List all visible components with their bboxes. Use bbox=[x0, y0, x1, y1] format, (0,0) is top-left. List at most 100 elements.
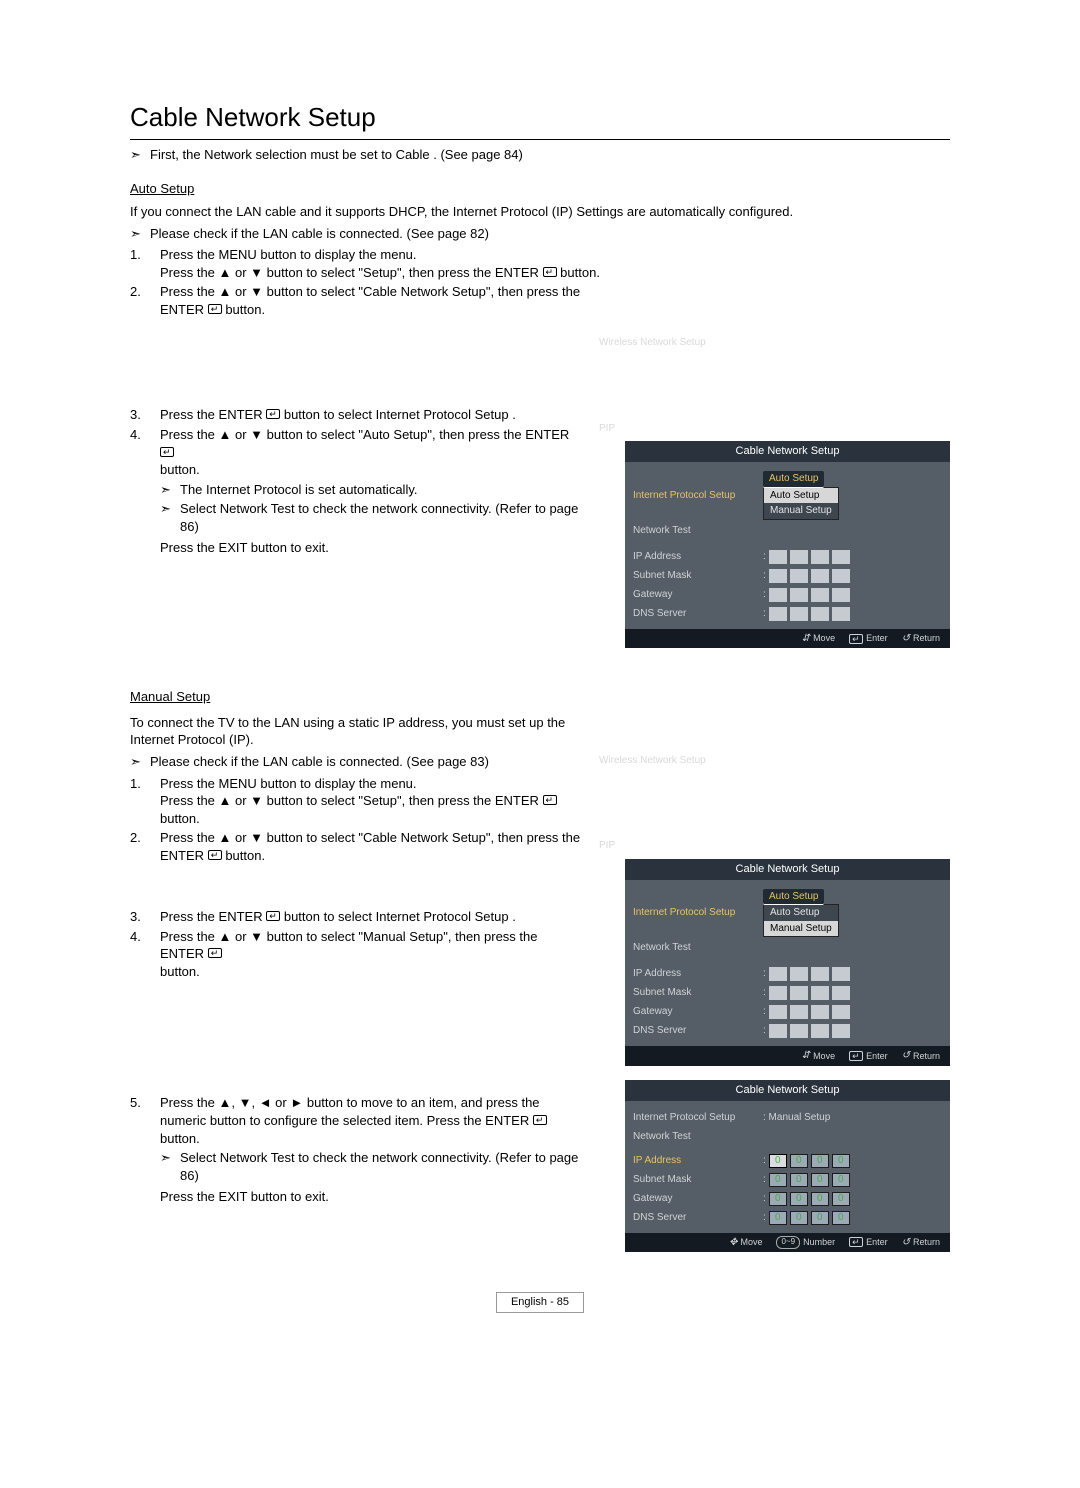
osd-footer: Move Enter Return bbox=[625, 629, 950, 649]
auto-sub-4a: ➣ The Internet Protocol is set automatic… bbox=[160, 481, 581, 499]
auto-step-4: 4. Press the ▲ or ▼ button to select "Au… bbox=[130, 426, 581, 557]
osd-gw-label: Gateway bbox=[633, 588, 763, 602]
enter-icon bbox=[543, 795, 557, 805]
manual-sub-5a: ➣ Select Network Test to check the netwo… bbox=[160, 1149, 581, 1184]
osd-nt-label: Network Test bbox=[633, 941, 763, 955]
ip-octet[interactable]: 0 bbox=[811, 1154, 829, 1168]
enter-icon bbox=[533, 1115, 547, 1125]
page-footer: English - 85 bbox=[130, 1292, 950, 1313]
enter-icon bbox=[208, 850, 222, 860]
move-icon bbox=[802, 632, 810, 646]
osd-manual-option-hl[interactable]: Manual Setup bbox=[764, 921, 838, 937]
ip-octet[interactable]: 0 bbox=[832, 1173, 850, 1187]
enter-icon bbox=[849, 1051, 863, 1061]
auto-sub-4b: ➣ Select Network Test to check the netwo… bbox=[160, 500, 581, 535]
ghost-wireless-2: Wireless Network Setup bbox=[599, 754, 950, 768]
ip-octet[interactable]: 0 bbox=[790, 1173, 808, 1187]
note-arrow-icon: ➣ bbox=[160, 500, 180, 518]
enter-icon bbox=[266, 409, 280, 419]
return-icon bbox=[902, 1049, 910, 1063]
osd-gw-label: Gateway bbox=[633, 1192, 763, 1206]
ip-octet[interactable]: 0 bbox=[832, 1154, 850, 1168]
osd-title: Cable Network Setup bbox=[625, 1080, 950, 1101]
osd-dns-label: DNS Server bbox=[633, 607, 763, 621]
osd-auto-option[interactable]: Auto Setup bbox=[763, 889, 824, 906]
osd-ip-label: IP Address bbox=[633, 967, 763, 981]
osd-sm-label: Subnet Mask bbox=[633, 569, 763, 583]
osd-ips-dropdown[interactable]: Auto Setup Auto Setup Manual Setup bbox=[763, 889, 839, 938]
osd-nt-label: Network Test bbox=[633, 524, 763, 538]
osd-sm-label: Subnet Mask bbox=[633, 1173, 763, 1187]
ip-octet[interactable]: 0 bbox=[769, 1211, 787, 1225]
manual-step-3: 3. Press the ENTER button to select Inte… bbox=[130, 908, 581, 926]
auto-step-1: 1. Press the MENU button to display the … bbox=[130, 246, 950, 281]
numrange-pill: 0~9 bbox=[776, 1236, 800, 1249]
osd-nt-label: Network Test bbox=[633, 1130, 763, 1144]
enter-icon bbox=[543, 267, 557, 277]
osd-auto: Cable Network Setup Internet Protocol Se… bbox=[625, 441, 950, 648]
enter-icon bbox=[266, 911, 280, 921]
auto-step-2: 2. Press the ▲ or ▼ button to select "Ca… bbox=[130, 283, 950, 318]
ip-octet[interactable]: 0 bbox=[832, 1192, 850, 1206]
top-note: ➣ First, the Network selection must be s… bbox=[130, 146, 950, 164]
auto-check-note: ➣ Please check if the LAN cable is conne… bbox=[130, 225, 950, 243]
ip-octet[interactable]: 0 bbox=[769, 1192, 787, 1206]
enter-icon bbox=[208, 304, 222, 314]
enter-icon bbox=[849, 634, 863, 644]
top-note-text: First, the Network selection must be set… bbox=[150, 146, 523, 164]
ip-octet[interactable]: 0 bbox=[769, 1154, 787, 1168]
osd-auto-option-li[interactable]: Auto Setup bbox=[764, 905, 838, 921]
ip-octet[interactable]: 0 bbox=[811, 1192, 829, 1206]
osd-ip-label: IP Address bbox=[633, 1154, 763, 1168]
enter-icon bbox=[208, 948, 222, 958]
osd-footer: Move Enter Return bbox=[625, 1046, 950, 1066]
auto-intro: If you connect the LAN cable and it supp… bbox=[130, 203, 950, 221]
osd-auto-option[interactable]: Auto Setup bbox=[763, 471, 824, 488]
return-icon bbox=[902, 632, 910, 646]
page-title: Cable Network Setup bbox=[130, 100, 950, 140]
ip-octet[interactable]: 0 bbox=[811, 1211, 829, 1225]
manual-step-5: 5. Press the ▲, ▼, ◄ or ► button to move… bbox=[130, 1094, 581, 1205]
manual-setup-heading: Manual Setup bbox=[130, 688, 210, 706]
osd-auto-option-hl[interactable]: Auto Setup bbox=[764, 488, 838, 504]
ip-octet[interactable]: 0 bbox=[790, 1211, 808, 1225]
osd-title: Cable Network Setup bbox=[625, 859, 950, 880]
enter-icon bbox=[849, 1237, 863, 1247]
osd-dns-label: DNS Server bbox=[633, 1211, 763, 1225]
ip-octet[interactable]: 0 bbox=[769, 1173, 787, 1187]
osd-ips-dropdown[interactable]: Auto Setup Auto Setup Manual Setup bbox=[763, 471, 839, 520]
osd-ips-label: Internet Protocol Setup bbox=[633, 906, 763, 920]
osd-ips-label: Internet Protocol Setup bbox=[633, 1111, 763, 1125]
auto-step-3: 3. Press the ENTER button to select Inte… bbox=[130, 406, 581, 424]
auto-check-text: Please check if the LAN cable is connect… bbox=[150, 225, 489, 243]
osd-dns-label: DNS Server bbox=[633, 1024, 763, 1038]
move-icon bbox=[802, 1049, 810, 1063]
osd-manual-option[interactable]: Manual Setup bbox=[764, 503, 838, 519]
ghost-wireless: Wireless Network Setup bbox=[599, 336, 950, 350]
ip-octet[interactable]: 0 bbox=[790, 1192, 808, 1206]
enter-icon bbox=[160, 447, 174, 457]
ghost-pip: PIP bbox=[599, 422, 950, 436]
osd-ips-value: : Manual Setup bbox=[763, 1111, 942, 1125]
manual-step-2: 2. Press the ▲ or ▼ button to select "Ca… bbox=[130, 829, 581, 864]
note-arrow-icon: ➣ bbox=[130, 146, 150, 164]
note-arrow-icon: ➣ bbox=[160, 481, 180, 499]
ip-octet[interactable]: 0 bbox=[790, 1154, 808, 1168]
manual-step-4: 4. Press the ▲ or ▼ button to select "Ma… bbox=[130, 928, 581, 981]
osd-gw-label: Gateway bbox=[633, 1005, 763, 1019]
ip-octet[interactable]: 0 bbox=[832, 1211, 850, 1225]
note-arrow-icon: ➣ bbox=[160, 1149, 180, 1167]
auto-setup-heading: Auto Setup bbox=[130, 180, 194, 198]
osd-footer: Move 0~9Number Enter Return bbox=[625, 1233, 950, 1253]
osd-sm-label: Subnet Mask bbox=[633, 986, 763, 1000]
osd-ips-label: Internet Protocol Setup bbox=[633, 489, 763, 503]
ghost-pip-2: PIP bbox=[599, 839, 950, 853]
ip-octet[interactable]: 0 bbox=[811, 1173, 829, 1187]
osd-title: Cable Network Setup bbox=[625, 441, 950, 462]
manual-intro: To connect the TV to the LAN using a sta… bbox=[130, 714, 581, 749]
manual-step-1: 1. Press the MENU button to display the … bbox=[130, 775, 581, 828]
return-icon bbox=[902, 1236, 910, 1250]
manual-exit: Press the EXIT button to exit. bbox=[160, 1188, 581, 1206]
osd-manual: Cable Network Setup Internet Protocol Se… bbox=[625, 859, 950, 1066]
note-arrow-icon: ➣ bbox=[130, 753, 150, 771]
